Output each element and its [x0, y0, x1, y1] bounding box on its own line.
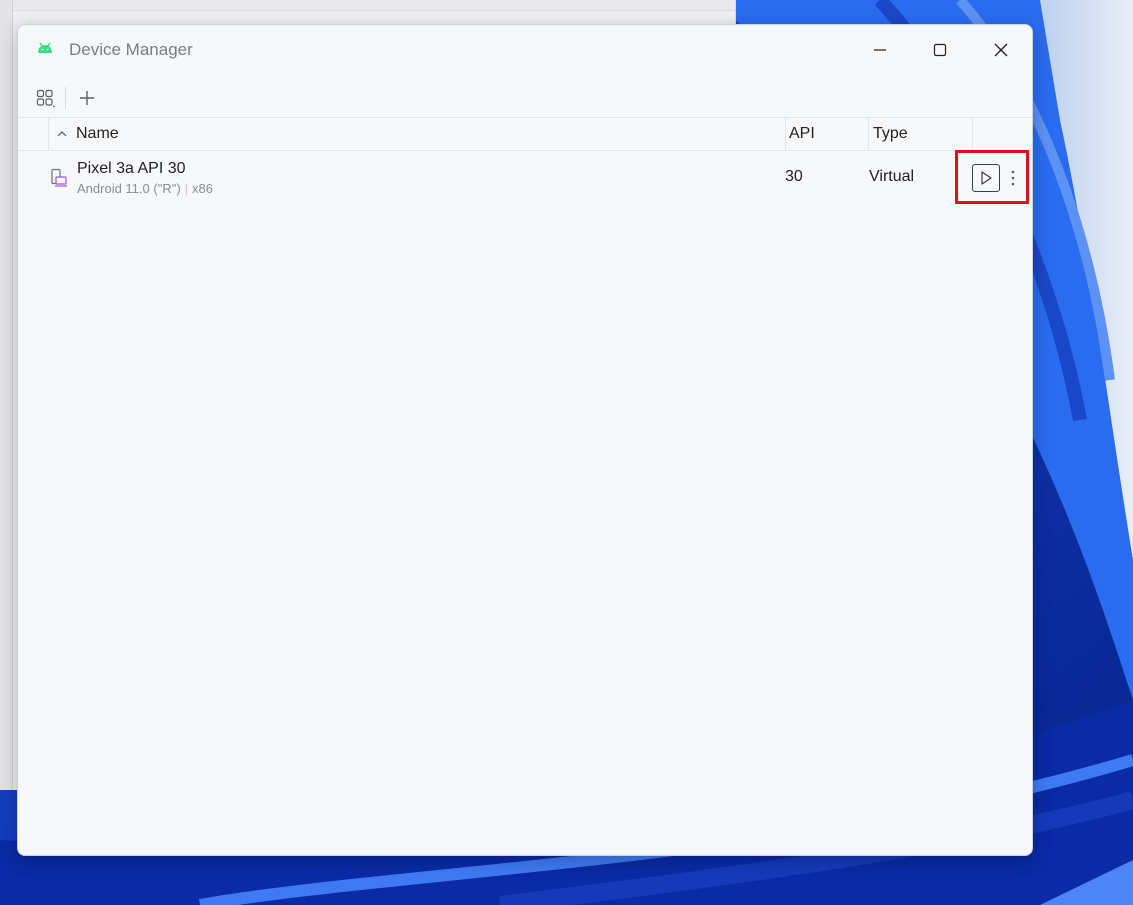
column-separator: [48, 118, 49, 150]
launch-device-button[interactable]: [972, 164, 1000, 192]
minimize-icon: [874, 49, 886, 51]
title-bar[interactable]: Device Manager: [18, 25, 1032, 75]
android-icon: [38, 42, 52, 53]
maximize-icon: [933, 43, 947, 57]
minimize-button[interactable]: [857, 33, 903, 67]
device-details: Android 11.0 ("R") | x86: [77, 181, 213, 196]
column-header-name[interactable]: Name: [56, 118, 119, 150]
device-manager-window: Device Manager Name API Type Pixel 3a AP…: [17, 24, 1033, 856]
device-type: Virtual: [869, 168, 915, 185]
plus-icon: [80, 91, 94, 105]
column-header-name-label: Name: [76, 125, 119, 142]
table-row[interactable]: Pixel 3a API 30 Android 11.0 ("R") | x86 3…: [18, 150, 1032, 206]
details-separator: |: [184, 181, 189, 196]
toolbar-separator: [65, 87, 66, 109]
virtual-device-icon: [51, 168, 67, 187]
table-header: Name API Type: [18, 117, 1032, 151]
grid-view-icon: [36, 89, 55, 107]
window-title: Device Manager: [69, 40, 193, 59]
more-vertical-icon: [1011, 170, 1015, 186]
column-header-type[interactable]: Type: [873, 118, 908, 150]
maximize-button[interactable]: [917, 33, 963, 67]
view-toggle-button[interactable]: [32, 85, 58, 111]
more-actions-button[interactable]: [1006, 164, 1020, 192]
column-separator: [868, 118, 869, 150]
device-api: 30: [785, 168, 803, 185]
close-icon: [994, 43, 1008, 57]
desktop: Device Manager Name API Type Pixel 3a AP…: [0, 0, 1133, 905]
android-version: Android 11.0 ("R"): [77, 181, 181, 196]
close-button[interactable]: [978, 33, 1024, 67]
device-arch: x86: [192, 181, 214, 196]
toolbar: [18, 81, 1032, 117]
add-device-button[interactable]: [74, 85, 100, 111]
column-header-api[interactable]: API: [789, 118, 815, 150]
background-window-sidebar: [0, 0, 13, 790]
device-name: Pixel 3a API 30: [77, 160, 186, 177]
background-window-topbar: [0, 0, 735, 11]
play-icon: [981, 171, 992, 185]
column-separator: [785, 118, 786, 150]
column-separator: [972, 118, 973, 150]
chevron-up-icon: [56, 128, 68, 140]
